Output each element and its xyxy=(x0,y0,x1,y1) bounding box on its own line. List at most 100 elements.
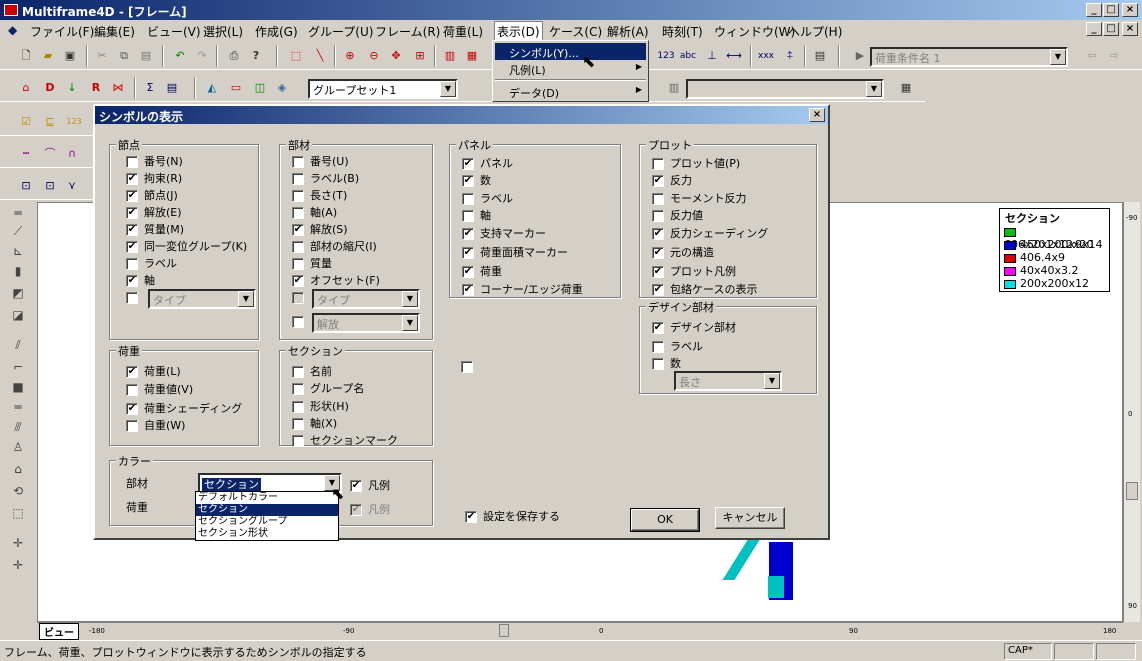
select-member-icon[interactable]: ⊡ xyxy=(40,176,60,196)
roof-tool-icon[interactable]: ⌂ xyxy=(10,462,26,478)
option-default-color[interactable]: デフォルトカラー xyxy=(196,492,338,504)
chevron-down-icon[interactable]: ▼ xyxy=(402,291,418,307)
cross2-tool-icon[interactable]: ✛ xyxy=(10,558,26,574)
chk-load-selfweight[interactable]: 自重(W) xyxy=(126,417,185,433)
redo-icon[interactable]: ↷ xyxy=(192,46,212,66)
member-curve-icon[interactable]: ⌒ xyxy=(40,144,60,164)
chk-node-type[interactable] xyxy=(126,291,144,307)
chk-node-release[interactable]: ✔ 解放(E) xyxy=(126,204,182,220)
zoom-out-icon[interactable]: ⊖ xyxy=(364,46,384,66)
open-folder-icon[interactable]: ▰ xyxy=(38,46,58,66)
plane-tool-icon[interactable]: ◩ xyxy=(10,286,26,302)
chk-panel-load[interactable]: ✔ 荷重 xyxy=(462,263,502,279)
menu-edit[interactable]: 編集(E) xyxy=(94,23,135,40)
chk-design-member[interactable]: ✔ デザイン部材 xyxy=(652,319,736,335)
doc-minimize-button[interactable]: _ xyxy=(1086,22,1102,36)
person-tool-icon[interactable]: ♙ xyxy=(10,440,26,456)
cross-tool-icon[interactable]: ✛ xyxy=(10,536,26,552)
view-tab[interactable]: ビュー xyxy=(39,623,79,640)
axis-icon[interactable]: ⊥ xyxy=(702,46,722,66)
chevron-down-icon[interactable]: ▼ xyxy=(440,81,456,97)
chk-plot-reaction-value[interactable]: 反力値 xyxy=(652,207,703,223)
result-r-icon[interactable]: R xyxy=(86,78,106,98)
menu-create[interactable]: 作成(G) xyxy=(255,23,298,40)
node-type-select[interactable]: タイプ ▼ xyxy=(148,289,256,309)
chk-plot-reaction[interactable]: ✔ 反力 xyxy=(652,172,692,188)
select-vertex-icon[interactable]: ⋎ xyxy=(62,176,82,196)
chk-plot-values[interactable]: プロット値(P) xyxy=(652,155,740,171)
chk-panel-edge-load[interactable]: ✔ コーナー/エッジ荷重 xyxy=(462,281,583,297)
menu-view[interactable]: ビュー(V) xyxy=(147,23,201,40)
chk-section-name[interactable]: 名前 xyxy=(292,363,332,379)
select-line-icon[interactable]: ╲ xyxy=(310,46,330,66)
chk-member-length[interactable]: 長さ(T) xyxy=(292,187,347,203)
chk-member-label[interactable]: ラベル(B) xyxy=(292,170,359,186)
member-cyan-end[interactable] xyxy=(768,576,784,598)
chk-load-shading[interactable]: ✔ 荷重シェーディング xyxy=(126,400,242,416)
chk-section-group[interactable]: グループ名 xyxy=(292,380,364,396)
doc-icon[interactable]: ◆ xyxy=(8,23,17,37)
menu-case[interactable]: ケース(C) xyxy=(549,23,602,40)
menu-display[interactable]: 表示(D) xyxy=(494,21,543,42)
solid-tool-icon[interactable]: ■ xyxy=(10,380,26,396)
option-section-group[interactable]: セクショングループ xyxy=(196,516,338,528)
chk-color-legend-2[interactable]: ✔ 凡例 xyxy=(350,501,390,517)
ok-button[interactable]: OK xyxy=(630,508,700,532)
design-d-icon[interactable]: D xyxy=(40,78,60,98)
chk-panel-axis[interactable]: 軸 xyxy=(462,207,491,223)
chk-node-joint[interactable]: ✔ 節点(J) xyxy=(126,187,178,203)
chk-node-mass[interactable]: ✔ 質量(M) xyxy=(126,221,184,237)
vertical-ruler[interactable]: -90 0 90 xyxy=(1123,202,1140,622)
load-tool-icon[interactable]: ⫻ xyxy=(10,420,26,436)
report-icon[interactable]: ▤ xyxy=(162,78,182,98)
step-tool-icon[interactable]: ⌐ xyxy=(10,360,26,376)
rotate-tool-icon[interactable]: ⟲ xyxy=(10,484,26,500)
moment-icon[interactable]: ⋈ xyxy=(108,78,128,98)
chk-plot-original[interactable]: ✔ 元の構造 xyxy=(652,244,714,260)
design-length-select[interactable]: 長さ ▼ xyxy=(674,371,782,391)
label-abc-icon[interactable]: abc xyxy=(678,46,698,66)
arc-icon[interactable]: ∩ xyxy=(62,144,82,164)
arrow-right-icon[interactable]: ⇨ xyxy=(1104,46,1124,66)
copy-icon[interactable]: ⧉ xyxy=(114,46,134,66)
table-icon[interactable]: ▥ xyxy=(440,46,460,66)
chk-member-release[interactable]: ✔ 解放(S) xyxy=(292,221,348,237)
brace-tool-icon[interactable]: ⫽ xyxy=(10,338,26,354)
chk-member-offset[interactable]: ✔ オフセット(F) xyxy=(292,272,380,288)
menu-item-legend[interactable]: 凡例(L) ▶ xyxy=(495,60,646,77)
chevron-down-icon[interactable]: ▼ xyxy=(866,81,882,97)
paste-icon[interactable]: ▤ xyxy=(136,46,156,66)
node-tool-icon[interactable]: ⟋ xyxy=(10,224,26,240)
chevron-down-icon[interactable]: ▼ xyxy=(402,315,418,331)
arrow-left-icon[interactable]: ⇦ xyxy=(1082,46,1102,66)
load-case-select[interactable]: 荷重条件名 1 ▼ xyxy=(870,47,1068,67)
table-small-icon[interactable]: ▥ xyxy=(664,78,684,98)
chk-member-number[interactable]: 番号(U) xyxy=(292,153,349,169)
panel-icon[interactable]: ◫ xyxy=(250,78,270,98)
chk-section-shape[interactable]: 形状(H) xyxy=(292,398,349,414)
chevron-down-icon[interactable]: ▼ xyxy=(1050,49,1066,65)
chk-design-label[interactable]: ラベル xyxy=(652,338,703,354)
menu-analysis[interactable]: 解析(A) xyxy=(607,23,649,40)
member-release-select[interactable]: 解放 ▼ xyxy=(312,313,420,333)
section-icon[interactable]: xxx xyxy=(756,46,776,66)
save-icon[interactable]: ▣ xyxy=(60,46,80,66)
group-set-select[interactable]: グループセット1 ▼ xyxy=(308,79,458,99)
option-section-shape[interactable]: セクション形状 xyxy=(196,528,338,540)
grid-toggle-icon[interactable]: ▦ xyxy=(896,78,916,98)
select-node-icon[interactable]: ⊡ xyxy=(16,176,36,196)
member-line-icon[interactable]: ┅ xyxy=(16,144,36,164)
dialog-close-button[interactable]: × xyxy=(809,108,825,122)
chk-member-type[interactable] xyxy=(292,291,310,307)
shape-icon[interactable]: ◭ xyxy=(202,78,222,98)
menu-time[interactable]: 時刻(T) xyxy=(662,23,703,40)
chk-member-axis[interactable]: 軸(A) xyxy=(292,204,337,220)
node-number-icon[interactable]: 123 xyxy=(656,46,676,66)
node-l-icon[interactable]: ⊑ xyxy=(40,112,60,132)
support-tool-icon[interactable]: ⊾ xyxy=(10,244,26,260)
chk-load-value[interactable]: 荷重値(V) xyxy=(126,381,193,397)
wall-tool-icon[interactable]: ▮ xyxy=(10,264,26,280)
chk-plot-shading[interactable]: ✔ 反力シェーディング xyxy=(652,225,768,241)
chk-plot-legend[interactable]: ✔ プロット凡例 xyxy=(652,263,736,279)
slab-tool-icon[interactable]: ◪ xyxy=(10,308,26,324)
